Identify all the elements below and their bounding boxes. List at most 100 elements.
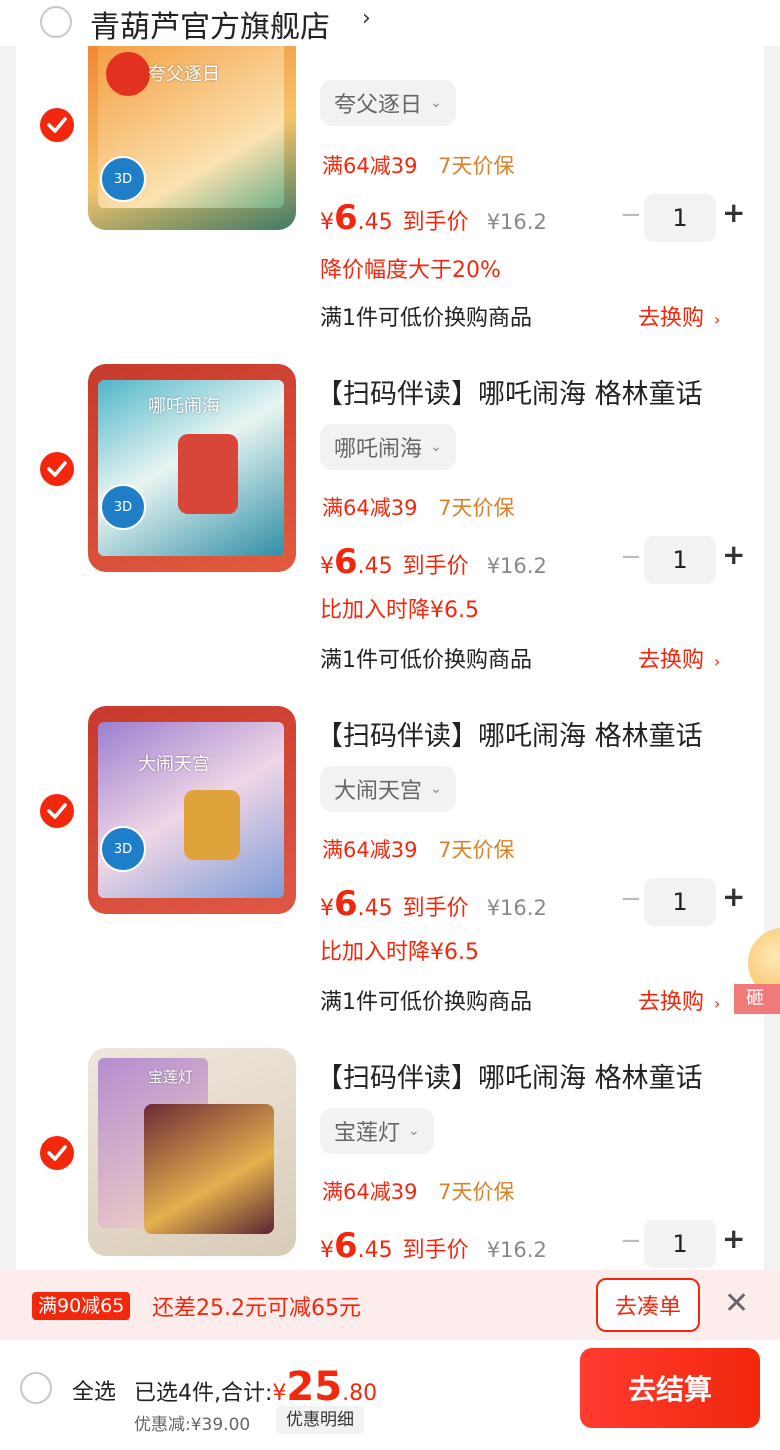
box-title: 哪吒闹海: [148, 396, 220, 417]
price-tag: 到手价: [402, 896, 469, 921]
plus-icon[interactable]: +: [722, 538, 745, 571]
plus-icon[interactable]: +: [722, 880, 745, 913]
variant-label: 哪吒闹海: [334, 437, 423, 462]
price-currency: ¥: [320, 1238, 334, 1263]
3d-badge-icon: 3D: [100, 156, 146, 202]
character-illustration: [178, 434, 238, 514]
shop-name[interactable]: 青葫芦官方旗舰店: [90, 2, 330, 46]
plus-icon[interactable]: +: [722, 196, 745, 229]
shop-header: 青葫芦官方旗舰店 ›: [0, 0, 780, 46]
quantity-field[interactable]: 1: [644, 194, 716, 242]
chevron-down-icon: ⌄: [430, 781, 442, 797]
checked-icon[interactable]: [40, 452, 74, 486]
price: ¥6.45 到手价 ¥16.2: [320, 198, 547, 238]
price: ¥6.45 到手价 ¥16.2: [320, 542, 547, 582]
variant-label: 夸父逐日: [334, 93, 423, 118]
price: ¥6.45 到手价 ¥16.2: [320, 884, 547, 924]
quantity-field[interactable]: 1: [644, 878, 716, 926]
price-integer: 6: [334, 1226, 358, 1266]
product-image[interactable]: 宝莲灯: [88, 1048, 296, 1256]
original-price: ¥16.2: [486, 896, 547, 920]
promo-message: 还差25.2元可减65元: [152, 1296, 361, 1321]
price-drop-note: 降价幅度大于20%: [320, 258, 501, 283]
variant-selector[interactable]: 宝莲灯 ⌄: [320, 1108, 434, 1154]
select-all-label[interactable]: 全选: [72, 1374, 116, 1406]
price-guarantee: 7天价保: [438, 496, 515, 520]
cart-item: 大闹天宫 3D 【扫码伴读】哪吒闹海 格林童话 大闹天宫 ⌄ 满64减39 7天…: [0, 706, 780, 1048]
quantity-field[interactable]: 1: [644, 536, 716, 584]
floating-label: 砸: [734, 984, 780, 1014]
promo-line: 满64减39 7天价保: [322, 150, 515, 180]
minus-icon[interactable]: −: [620, 1226, 642, 1256]
chevron-right-icon: ›: [714, 652, 721, 671]
shop-select-radio[interactable]: [40, 6, 72, 38]
price-guarantee: 7天价保: [438, 154, 515, 178]
chevron-down-icon: ⌄: [430, 439, 442, 455]
original-price: ¥16.2: [486, 210, 547, 234]
checked-icon[interactable]: [40, 794, 74, 828]
checkout-button[interactable]: 去结算: [580, 1348, 760, 1428]
product-title[interactable]: 【扫码伴读】哪吒闹海 格林童话: [316, 372, 703, 411]
product-image[interactable]: 哪吒闹海 3D: [88, 364, 296, 572]
cart-item: 哪吒闹海 3D 【扫码伴读】哪吒闹海 格林童话 哪吒闹海 ⌄ 满64减39 7天…: [0, 364, 780, 706]
swap-link-label: 去换购: [638, 306, 705, 331]
price-currency: ¥: [320, 896, 334, 921]
floating-promo-widget[interactable]: 砸: [734, 928, 780, 1024]
chevron-right-icon[interactable]: ›: [362, 6, 371, 31]
close-icon[interactable]: ✕: [724, 1286, 749, 1321]
cart-item: 夸父逐日 3D 夸父逐日 ⌄ 满64减39 7天价保 ¥6.45 到手价 ¥16.2…: [0, 16, 780, 388]
box-title: 大闹天宫: [138, 754, 210, 775]
price-decimal: .45: [357, 554, 393, 579]
product-title[interactable]: 【扫码伴读】哪吒闹海 格林童话: [316, 714, 703, 753]
add-on-button[interactable]: 去凑单: [596, 1278, 700, 1332]
chevron-right-icon: ›: [714, 994, 721, 1013]
swap-link[interactable]: 去换购 ›: [638, 642, 720, 674]
swap-link-label: 去换购: [638, 990, 705, 1015]
summary-prefix: 已选4件,合计:: [134, 1381, 273, 1406]
discount-amount: 优惠减:¥39.00: [134, 1415, 251, 1435]
order-summary: 已选4件,合计:¥25.80: [134, 1364, 377, 1410]
variant-selector[interactable]: 大闹天宫 ⌄: [320, 766, 456, 812]
price: ¥6.45 到手价 ¥16.2: [320, 1226, 547, 1266]
promo-line: 满64减39 7天价保: [322, 1176, 515, 1206]
total-decimal: .80: [342, 1381, 378, 1406]
price-tag: 到手价: [402, 554, 469, 579]
price-decimal: .45: [357, 896, 393, 921]
price-integer: 6: [334, 542, 358, 582]
plus-icon[interactable]: +: [722, 1222, 745, 1255]
discount-detail-button[interactable]: 优惠明细: [276, 1406, 364, 1434]
product-image[interactable]: 夸父逐日 3D: [88, 16, 296, 230]
checked-icon[interactable]: [40, 108, 74, 142]
swap-link[interactable]: 去换购 ›: [638, 300, 720, 332]
checked-icon[interactable]: [40, 1136, 74, 1170]
promo-line: 满64减39 7天价保: [322, 834, 515, 864]
chevron-down-icon: ⌄: [430, 95, 442, 111]
price-integer: 6: [334, 884, 358, 924]
box-title: 宝莲灯: [148, 1068, 194, 1086]
minus-icon[interactable]: −: [620, 200, 642, 230]
swap-link[interactable]: 去换购 ›: [638, 984, 720, 1016]
promo-line: 满64减39 7天价保: [322, 492, 515, 522]
promotion-bar: 满90减65 还差25.2元可减65元 去凑单 ✕: [0, 1270, 780, 1340]
3d-badge-icon: 3D: [100, 484, 146, 530]
3d-badge-icon: 3D: [100, 826, 146, 872]
price-integer: 6: [334, 198, 358, 238]
variant-selector[interactable]: 夸父逐日 ⌄: [320, 80, 456, 126]
quantity-stepper: − 1 +: [612, 536, 752, 584]
select-all-radio[interactable]: [20, 1372, 52, 1404]
chevron-down-icon: ⌄: [408, 1123, 420, 1139]
total-currency: ¥: [272, 1381, 287, 1406]
promo-full-reduction: 满64减39: [322, 496, 418, 520]
product-title[interactable]: 【扫码伴读】哪吒闹海 格林童话: [316, 1056, 703, 1095]
product-image[interactable]: 大闹天宫 3D: [88, 706, 296, 914]
checkout-footer: 全选 已选4件,合计:¥25.80 优惠减:¥39.00 优惠明细 去结算: [0, 1340, 780, 1450]
minus-icon[interactable]: −: [620, 542, 642, 572]
price-tag: 到手价: [402, 210, 469, 235]
variant-label: 宝莲灯: [334, 1121, 401, 1146]
variant-selector[interactable]: 哪吒闹海 ⌄: [320, 424, 456, 470]
quantity-field[interactable]: 1: [644, 1220, 716, 1268]
price-currency: ¥: [320, 210, 334, 235]
minus-icon[interactable]: −: [620, 884, 642, 914]
promo-full-reduction: 满64减39: [322, 154, 418, 178]
sun-illustration: [106, 52, 150, 96]
